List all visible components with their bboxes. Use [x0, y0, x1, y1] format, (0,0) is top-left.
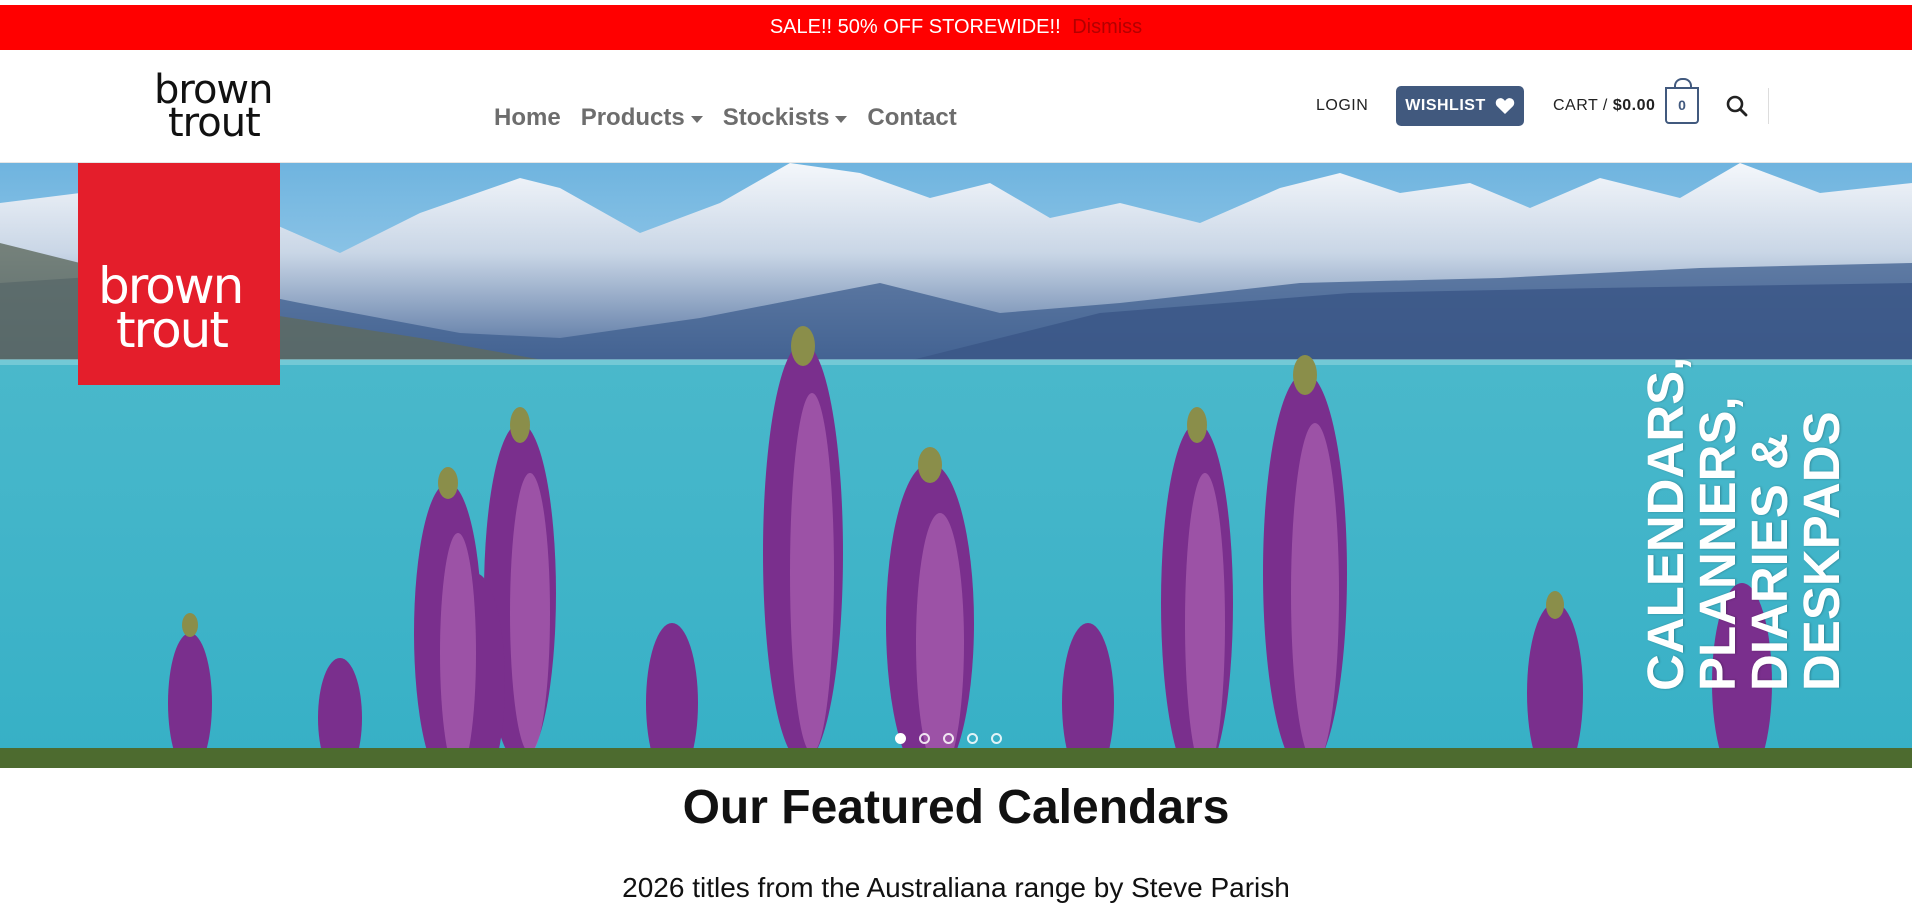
- cart-total: $0.00: [1612, 97, 1656, 114]
- slider-dot-1[interactable]: [895, 733, 906, 744]
- slider-dot-2[interactable]: [919, 733, 930, 744]
- nav-products[interactable]: Products: [581, 104, 703, 132]
- wishlist-label: WISHLIST: [1405, 97, 1486, 114]
- featured-title: Our Featured Calendars: [682, 781, 1230, 834]
- tagline-line-4: DESKPADS: [1793, 411, 1850, 691]
- logo-line-2: trout: [168, 100, 261, 146]
- announcement-text: SALE!! 50% OFF STOREWIDE!!: [769, 16, 1061, 38]
- heart-icon: [1495, 98, 1514, 114]
- hero-image: [0, 163, 1912, 768]
- login-link[interactable]: LOGIN: [1316, 97, 1368, 115]
- slider-dot-3[interactable]: [943, 733, 954, 744]
- hero-brand-badge: brown trout: [78, 163, 280, 385]
- main-navigation: Home Products Stockists Contact: [494, 104, 957, 132]
- search-button[interactable]: [1725, 94, 1749, 118]
- wishlist-button[interactable]: WISHLIST: [1396, 86, 1524, 126]
- nav-contact-label: Contact: [867, 104, 957, 131]
- search-icon: [1726, 95, 1748, 117]
- featured-subtitle: 2026 titles from the Australiana range b…: [622, 872, 1290, 903]
- tagline-line-1: CALENDARS,: [1637, 356, 1694, 691]
- brand-logo[interactable]: brown trout: [152, 70, 273, 148]
- announcement-bar: SALE!! 50% OFF STOREWIDE!! Dismiss: [0, 5, 1912, 50]
- header-divider: [1768, 88, 1769, 124]
- slider-pagination: [895, 733, 1002, 744]
- nav-home[interactable]: Home: [494, 104, 561, 132]
- cart-link[interactable]: CART / $0.00: [1553, 97, 1655, 115]
- tagline-line-3: DIARIES &: [1741, 433, 1798, 691]
- hero-logo-line-2: trout: [116, 301, 229, 359]
- nav-products-label: Products: [580, 104, 685, 131]
- nav-stockists-label: Stockists: [722, 104, 830, 131]
- hero-tagline: CALENDARS, PLANNERS, DIARIES & DESKPADS: [1637, 356, 1850, 691]
- dismiss-link[interactable]: Dismiss: [1072, 16, 1142, 38]
- hero-slider[interactable]: brown trout CALENDARS, PLANNERS, DIARIES…: [0, 163, 1912, 768]
- tagline-line-2: PLANNERS,: [1689, 396, 1746, 691]
- cart-prefix: CART /: [1553, 97, 1608, 114]
- slider-dot-5[interactable]: [991, 733, 1002, 744]
- chevron-down-icon: [690, 116, 703, 123]
- nav-home-label: Home: [494, 104, 561, 131]
- slider-dot-4[interactable]: [967, 733, 978, 744]
- nav-stockists[interactable]: Stockists: [723, 104, 848, 132]
- chevron-down-icon: [835, 116, 848, 123]
- site-header: brown trout Home Products Stockists Cont…: [0, 50, 1912, 163]
- nav-contact[interactable]: Contact: [867, 104, 956, 132]
- cart-count-badge[interactable]: 0: [1665, 78, 1699, 124]
